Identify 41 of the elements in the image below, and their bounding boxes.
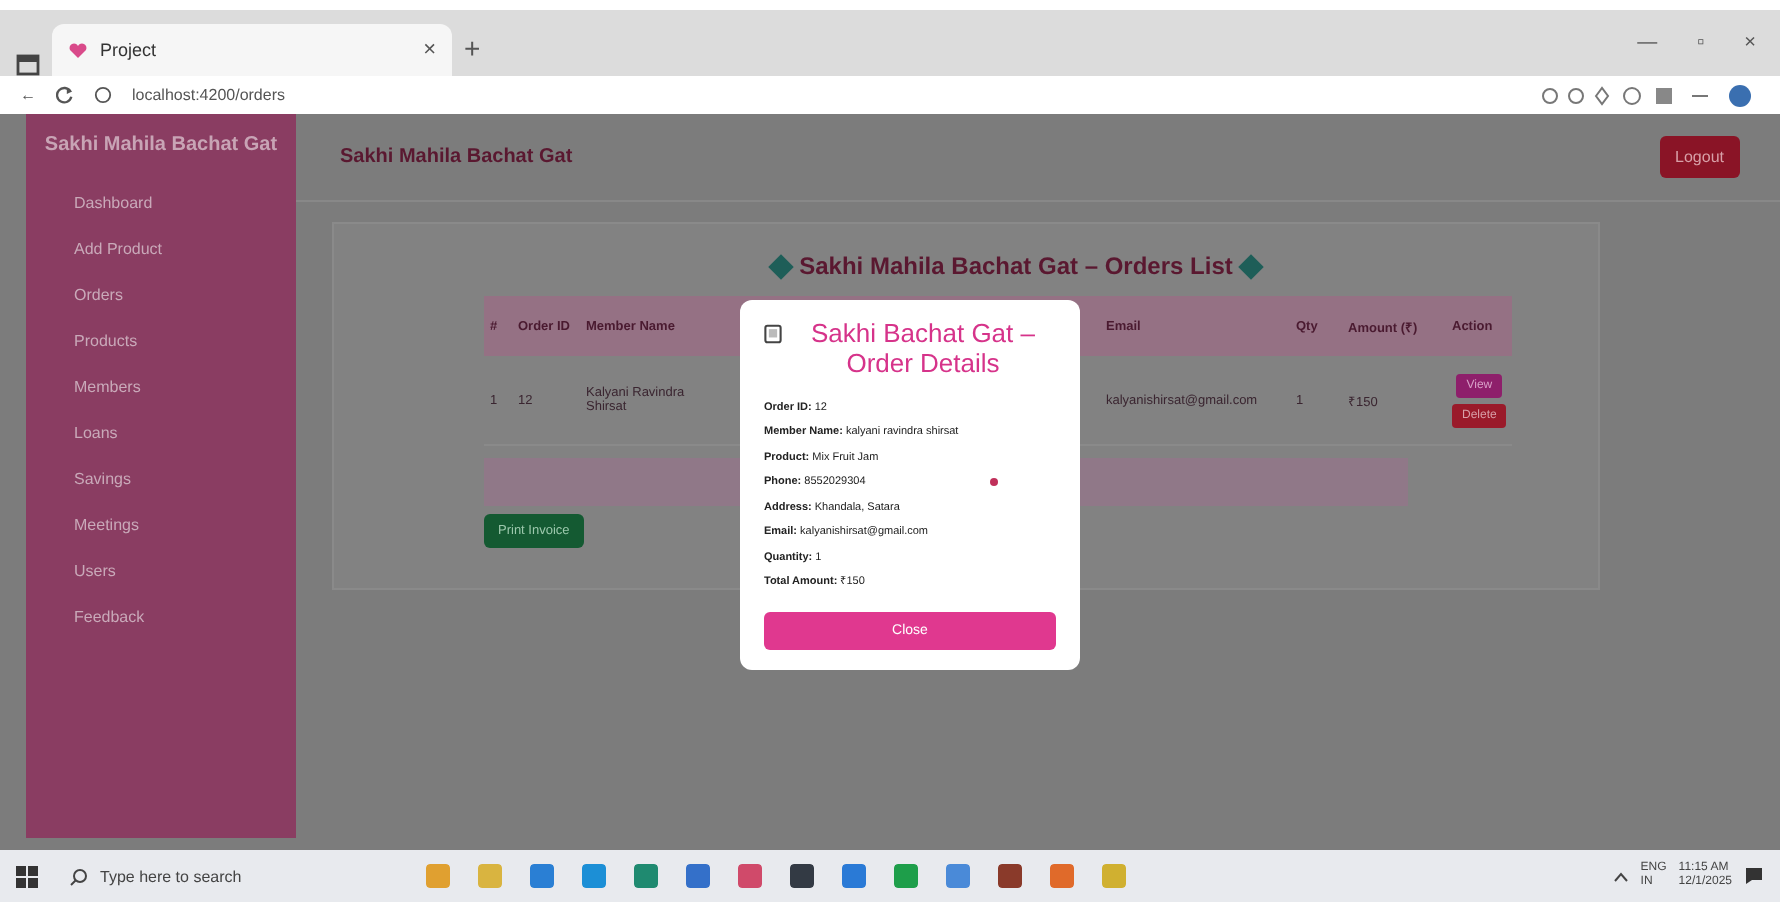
sidebar-item[interactable]: Meetings xyxy=(38,504,284,546)
logout-button[interactable]: Logout xyxy=(1659,136,1740,178)
app-icon[interactable] xyxy=(998,864,1022,888)
cursor-dot-icon xyxy=(990,478,998,486)
app-icon[interactable] xyxy=(738,864,762,888)
address-field[interactable]: localhost:4200/orders xyxy=(132,86,1520,104)
browser-tab[interactable]: Project × xyxy=(52,24,452,76)
sidebar-item[interactable]: Feedback xyxy=(38,596,284,638)
window-control[interactable]: ▫ xyxy=(1697,32,1705,54)
app-icon[interactable] xyxy=(686,864,710,888)
app-icon[interactable] xyxy=(790,864,814,888)
refresh-icon[interactable] xyxy=(56,86,74,104)
modal-title: Sakhi Bachat Gat – Order Details xyxy=(808,320,1037,380)
new-tab-button[interactable]: + xyxy=(464,31,481,63)
close-tab-button[interactable]: × xyxy=(423,38,436,62)
page-title: Sakhi Mahila Bachat Gat xyxy=(340,146,573,168)
search-field[interactable]: Type here to search xyxy=(100,867,242,885)
sidebar-item[interactable]: Dashboard xyxy=(38,182,284,224)
windows-icon[interactable] xyxy=(16,865,38,887)
sidebar-item[interactable]: Users xyxy=(38,550,284,592)
sidebar-item[interactable]: Members xyxy=(38,366,284,408)
app-icon[interactable] xyxy=(530,864,554,888)
sidebar-item[interactable]: Products xyxy=(38,320,284,362)
sidebar-item[interactable]: Orders xyxy=(38,274,284,316)
heart-icon xyxy=(68,41,88,59)
sidebar-title: Sakhi Mahila Bachat Gat xyxy=(42,134,280,160)
search-icon xyxy=(70,867,88,885)
sidebar-item[interactable]: Add Product xyxy=(38,228,284,270)
tab-actions-icon[interactable] xyxy=(16,54,40,76)
sidebar-item[interactable]: Savings xyxy=(38,458,284,500)
app-icon[interactable] xyxy=(842,864,866,888)
app-icon[interactable] xyxy=(634,864,658,888)
notification-icon[interactable] xyxy=(1744,866,1764,886)
card-title: Sakhi Mahila Bachat Gat – Orders List xyxy=(799,252,1233,280)
chevron-up-icon[interactable] xyxy=(1614,871,1629,881)
back-button[interactable]: ← xyxy=(20,86,36,104)
clipboard-icon xyxy=(764,320,782,348)
window-control[interactable]: — xyxy=(1637,32,1658,54)
window-control[interactable]: × xyxy=(1744,32,1756,54)
sidebar-item[interactable]: Loans xyxy=(38,412,284,454)
info-icon[interactable] xyxy=(94,86,112,104)
